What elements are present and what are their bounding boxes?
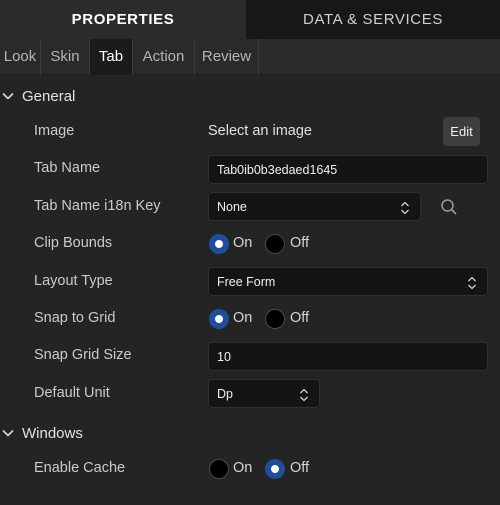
tab-name-key-value: None [217, 200, 247, 214]
clip-bounds-off-radio[interactable] [265, 234, 285, 254]
section-general-title: General [22, 88, 76, 105]
layout-type-label: Layout Type [34, 273, 113, 289]
default-unit-value: Dp [217, 387, 233, 401]
clip-bounds-on-radio[interactable] [209, 234, 229, 254]
clip-bounds-on-label: On [233, 235, 253, 251]
section-windows-header[interactable]: Windows [0, 422, 200, 446]
clip-bounds-off-label: Off [290, 235, 310, 251]
subtab-review[interactable]: Review [195, 39, 259, 75]
enable-cache-off-label: Off [290, 460, 310, 476]
section-general-header[interactable]: General [0, 85, 200, 109]
clip-bounds-radio-group: On Off [208, 234, 328, 258]
image-edit-button[interactable]: Edit [443, 117, 480, 146]
snap-to-grid-label: Snap to Grid [34, 310, 116, 326]
search-icon[interactable] [440, 198, 458, 216]
snap-grid-size-input[interactable]: 10 [208, 342, 488, 371]
tab-data-services[interactable]: DATA & SERVICES [246, 0, 500, 39]
tab-name-value: Tab0ib0b3edaed1645 [217, 163, 338, 177]
snap-grid-size-value: 10 [217, 350, 231, 364]
tab-name-label: Tab Name [34, 160, 101, 176]
image-label: Image [34, 123, 75, 139]
sub-tab-bar: Look Skin Tab Action Review [0, 39, 500, 75]
default-unit-select[interactable]: Dp [208, 379, 320, 408]
subtab-skin[interactable]: Skin [41, 39, 90, 75]
chevron-up-down-icon [468, 276, 476, 290]
subtab-action[interactable]: Action [133, 39, 195, 75]
snap-to-grid-off-radio[interactable] [265, 309, 285, 329]
layout-type-value: Free Form [217, 275, 276, 289]
subtab-tab[interactable]: Tab [90, 39, 133, 75]
top-tab-bar: PROPERTIES DATA & SERVICES [0, 0, 500, 39]
tab-name-key-label: Tab Name i18n Key [34, 198, 161, 214]
subtab-look[interactable]: Look [0, 39, 41, 75]
enable-cache-off-radio[interactable] [265, 459, 285, 479]
section-windows-title: Windows [22, 425, 83, 442]
tab-properties[interactable]: PROPERTIES [0, 0, 246, 39]
snap-to-grid-on-label: On [233, 310, 253, 326]
tab-name-key-select[interactable]: None [208, 192, 421, 221]
clip-bounds-label: Clip Bounds [34, 235, 113, 251]
snap-to-grid-radio-group: On Off [208, 309, 328, 333]
chevron-up-down-icon [300, 388, 308, 402]
enable-cache-radio-group: On Off [208, 459, 328, 483]
tab-name-input[interactable]: Tab0ib0b3edaed1645 [208, 155, 488, 184]
image-select-link[interactable]: Select an image [208, 123, 312, 139]
enable-cache-label: Enable Cache [34, 460, 126, 476]
snap-to-grid-on-radio[interactable] [209, 309, 229, 329]
default-unit-label: Default Unit [34, 385, 110, 401]
chevron-down-icon [2, 92, 14, 100]
layout-type-select[interactable]: Free Form [208, 267, 488, 296]
enable-cache-on-radio[interactable] [209, 459, 229, 479]
enable-cache-on-label: On [233, 460, 253, 476]
chevron-up-down-icon [401, 201, 409, 215]
snap-to-grid-off-label: Off [290, 310, 310, 326]
snap-grid-size-label: Snap Grid Size [34, 347, 132, 363]
chevron-down-icon [2, 429, 14, 437]
